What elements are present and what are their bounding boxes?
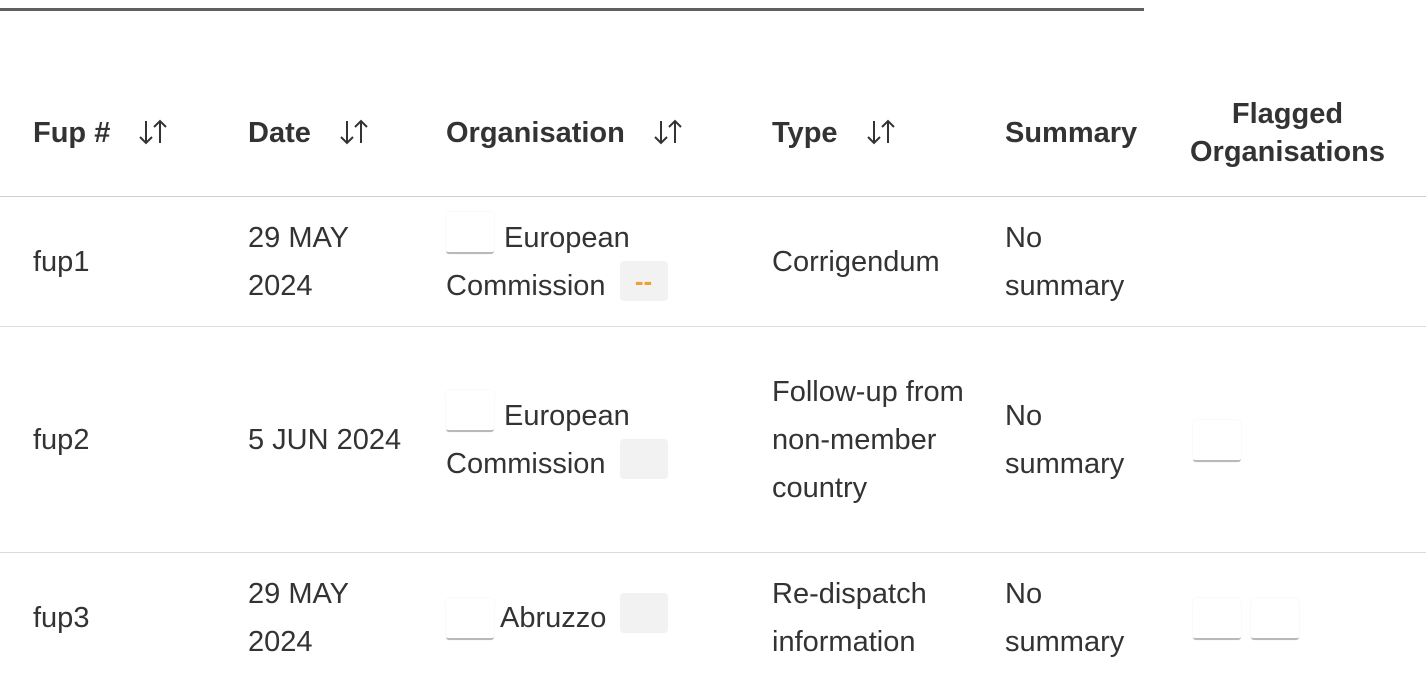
cell-fup: fup3 <box>0 553 214 683</box>
sort-arrows-icon[interactable] <box>864 117 898 147</box>
column-header-fup[interactable]: Fup # <box>0 70 214 197</box>
cell-flagged-organisations <box>1163 197 1426 327</box>
status-badge: -- <box>620 261 668 301</box>
cell-summary: No summary <box>971 327 1163 553</box>
table-row[interactable]: fup3 29 MAY 2024 Abruzzo Re-dispatch inf… <box>0 553 1426 683</box>
column-header-label: Flagged Organisations <box>1190 98 1385 168</box>
cell-flagged-organisations <box>1163 327 1426 553</box>
status-badge <box>620 593 668 633</box>
cell-type: Corrigendum <box>738 197 971 327</box>
cell-fup: fup1 <box>0 197 214 327</box>
cell-summary: No summary <box>971 553 1163 683</box>
table-header: Fup # Date Organisation Type Sum <box>0 70 1426 197</box>
organisation-name: Abruzzo <box>500 602 606 634</box>
sort-arrows-icon[interactable] <box>337 117 371 147</box>
column-header-type[interactable]: Type <box>738 70 971 197</box>
flag-icon[interactable] <box>1251 598 1299 640</box>
cell-date: 5 JUN 2024 <box>214 327 412 553</box>
column-header-flagged-organisations: Flagged Organisations <box>1163 70 1426 197</box>
table-body: fup1 29 MAY 2024 European Commission-- C… <box>0 197 1426 683</box>
column-header-label: Date <box>248 117 311 149</box>
cell-organisation: Abruzzo <box>412 553 738 683</box>
sort-arrows-icon[interactable] <box>651 117 685 147</box>
cell-type: Follow-up from non-member country <box>738 327 971 553</box>
table-row[interactable]: fup2 5 JUN 2024 European Commission Foll… <box>0 327 1426 553</box>
top-divider <box>0 8 1144 11</box>
cell-type: Re-dispatch information <box>738 553 971 683</box>
cell-date: 29 MAY 2024 <box>214 197 412 327</box>
column-header-label: Type <box>772 117 838 149</box>
column-header-summary: Summary <box>971 70 1163 197</box>
flag-icon <box>446 212 494 254</box>
sort-arrows-icon[interactable] <box>136 117 170 147</box>
cell-flagged-organisations <box>1163 553 1426 683</box>
cell-organisation: European Commission-- <box>412 197 738 327</box>
flag-icon <box>446 390 494 432</box>
cell-organisation: European Commission <box>412 327 738 553</box>
cell-summary: No summary <box>971 197 1163 327</box>
status-badge <box>620 439 668 479</box>
cell-fup: fup2 <box>0 327 214 553</box>
column-header-organisation[interactable]: Organisation <box>412 70 738 197</box>
flag-icon[interactable] <box>1193 598 1241 640</box>
cell-date: 29 MAY 2024 <box>214 553 412 683</box>
flag-icon <box>446 598 494 640</box>
column-header-date[interactable]: Date <box>214 70 412 197</box>
column-header-label: Fup # <box>33 117 110 149</box>
column-header-label: Summary <box>1005 117 1137 149</box>
follow-ups-table: Fup # Date Organisation Type Sum <box>0 70 1426 683</box>
column-header-label: Organisation <box>446 117 625 149</box>
table-row[interactable]: fup1 29 MAY 2024 European Commission-- C… <box>0 197 1426 327</box>
flag-icon[interactable] <box>1193 420 1241 462</box>
